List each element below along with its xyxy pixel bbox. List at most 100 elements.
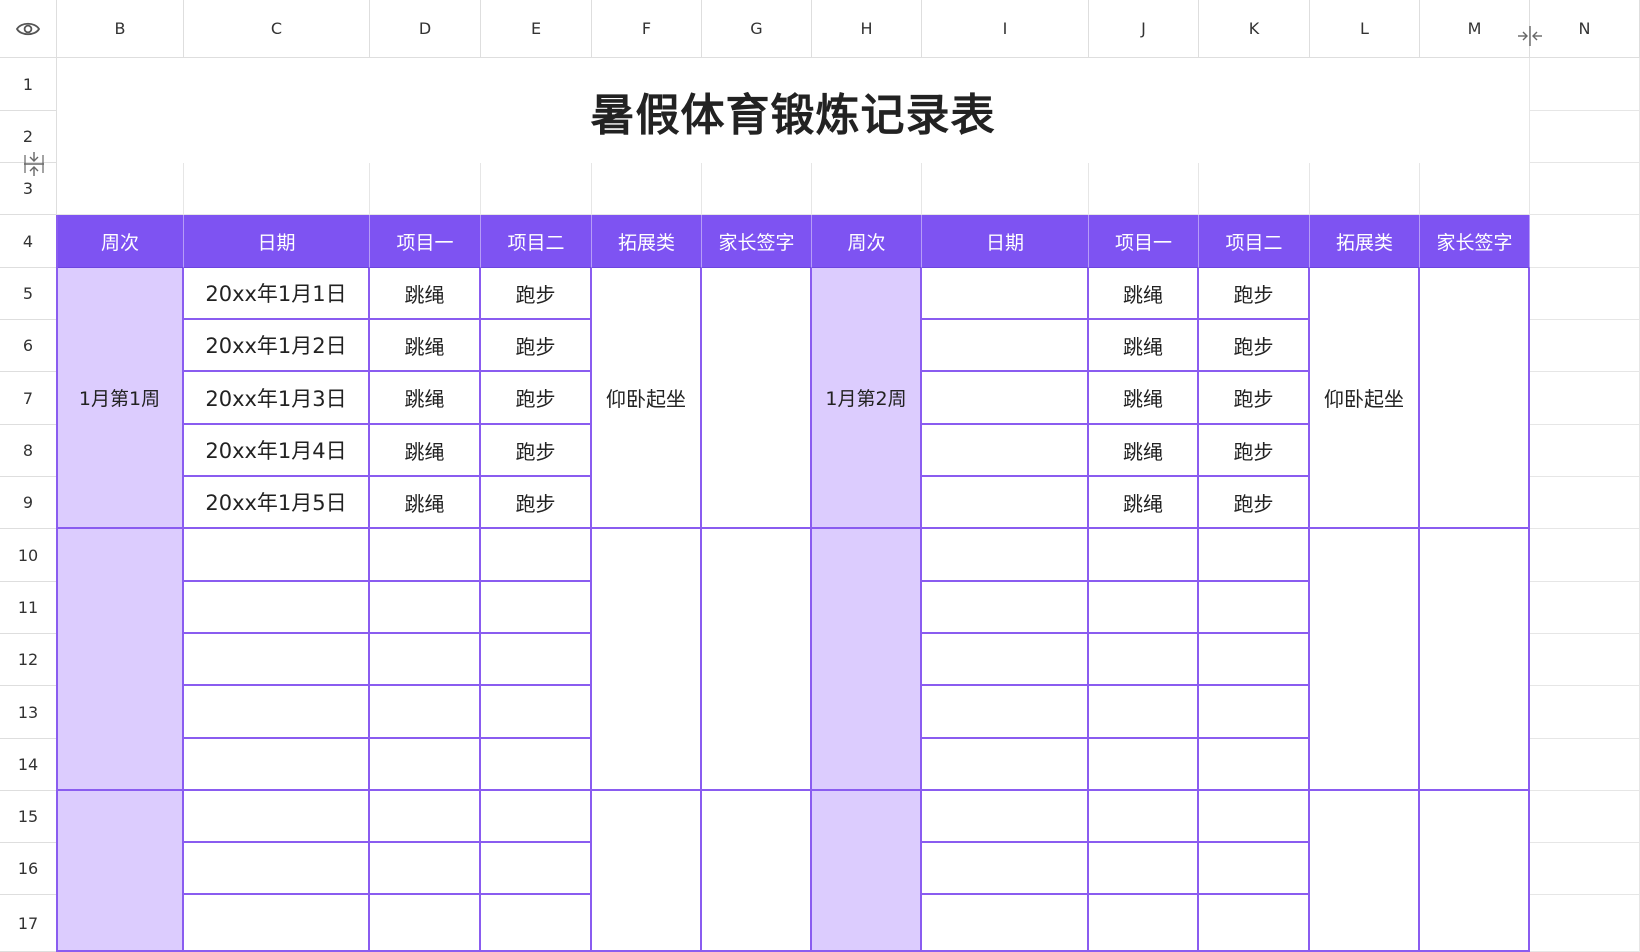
- item2-cell[interactable]: 跑步: [1199, 268, 1310, 320]
- grid-cell[interactable]: [1420, 163, 1530, 215]
- item2-cell[interactable]: 跑步: [481, 268, 592, 320]
- item2-cell[interactable]: 跑步: [1199, 372, 1310, 425]
- item1-cell[interactable]: [370, 895, 481, 952]
- grid-cell[interactable]: [1530, 58, 1640, 111]
- item2-cell[interactable]: [481, 582, 592, 634]
- table-header-cell[interactable]: 日期: [184, 215, 370, 268]
- item1-cell[interactable]: [1089, 791, 1199, 843]
- date-cell[interactable]: [184, 791, 370, 843]
- grid-cell[interactable]: [184, 163, 370, 215]
- week-cell[interactable]: 1月第1周: [57, 268, 184, 529]
- item2-cell[interactable]: [481, 634, 592, 686]
- date-cell[interactable]: [922, 529, 1089, 582]
- column-header-l[interactable]: L: [1310, 0, 1420, 58]
- week-cell[interactable]: [57, 791, 184, 952]
- item2-cell[interactable]: 跑步: [481, 320, 592, 372]
- grid-cell[interactable]: [1089, 163, 1199, 215]
- extension-cell[interactable]: [1310, 529, 1420, 791]
- date-cell[interactable]: 20xx年1月3日: [184, 372, 370, 425]
- item1-cell[interactable]: 跳绳: [1089, 425, 1199, 477]
- row-resize-icon[interactable]: [22, 151, 46, 177]
- item2-cell[interactable]: 跑步: [1199, 425, 1310, 477]
- date-cell[interactable]: [184, 582, 370, 634]
- item2-cell[interactable]: [481, 686, 592, 739]
- date-cell[interactable]: 20xx年1月4日: [184, 425, 370, 477]
- grid-cell[interactable]: [1530, 791, 1640, 843]
- row-header-8[interactable]: 8: [0, 425, 57, 477]
- grid-cell[interactable]: [1530, 477, 1640, 529]
- date-cell[interactable]: [922, 686, 1089, 739]
- date-cell[interactable]: [922, 843, 1089, 895]
- grid-cell[interactable]: [1310, 163, 1420, 215]
- grid-cell[interactable]: [1530, 320, 1640, 372]
- row-header-4[interactable]: 4: [0, 215, 57, 268]
- item2-cell[interactable]: [1199, 791, 1310, 843]
- table-header-cell[interactable]: 家长签字: [702, 215, 812, 268]
- row-header-10[interactable]: 10: [0, 529, 57, 582]
- week-cell[interactable]: [57, 529, 184, 791]
- table-header-cell[interactable]: 拓展类: [592, 215, 702, 268]
- table-header-cell[interactable]: 周次: [812, 215, 922, 268]
- week-cell[interactable]: 1月第2周: [812, 268, 922, 529]
- grid-cell[interactable]: [1530, 425, 1640, 477]
- extension-cell[interactable]: 仰卧起坐: [592, 268, 702, 529]
- grid-cell[interactable]: [1530, 634, 1640, 686]
- parent-signature-cell[interactable]: [702, 268, 812, 529]
- item1-cell[interactable]: [1089, 582, 1199, 634]
- row-header-5[interactable]: 5: [0, 268, 57, 320]
- date-cell[interactable]: [922, 582, 1089, 634]
- item2-cell[interactable]: 跑步: [481, 372, 592, 425]
- table-header-cell[interactable]: 项目一: [370, 215, 481, 268]
- item1-cell[interactable]: [370, 791, 481, 843]
- column-header-c[interactable]: C: [184, 0, 370, 58]
- table-header-cell[interactable]: 家长签字: [1420, 215, 1530, 268]
- date-cell[interactable]: [922, 634, 1089, 686]
- date-cell[interactable]: [184, 739, 370, 791]
- column-header-j[interactable]: J: [1089, 0, 1199, 58]
- item1-cell[interactable]: 跳绳: [370, 477, 481, 529]
- date-cell[interactable]: [922, 372, 1089, 425]
- parent-signature-cell[interactable]: [702, 791, 812, 952]
- column-header-b[interactable]: B: [57, 0, 184, 58]
- week-cell[interactable]: [812, 791, 922, 952]
- item2-cell[interactable]: [1199, 634, 1310, 686]
- grid-cell[interactable]: [1530, 843, 1640, 895]
- item2-cell[interactable]: [481, 895, 592, 952]
- eye-icon[interactable]: [15, 20, 41, 38]
- item2-cell[interactable]: [481, 791, 592, 843]
- parent-signature-cell[interactable]: [1420, 529, 1530, 791]
- item1-cell[interactable]: 跳绳: [370, 320, 481, 372]
- date-cell[interactable]: [922, 791, 1089, 843]
- date-cell[interactable]: [922, 477, 1089, 529]
- item2-cell[interactable]: [481, 529, 592, 582]
- date-cell[interactable]: [184, 529, 370, 582]
- item1-cell[interactable]: 跳绳: [1089, 372, 1199, 425]
- item2-cell[interactable]: 跑步: [1199, 477, 1310, 529]
- item1-cell[interactable]: 跳绳: [370, 425, 481, 477]
- column-header-d[interactable]: D: [370, 0, 481, 58]
- select-all-corner[interactable]: [0, 0, 57, 58]
- grid-cell[interactable]: [1530, 163, 1640, 215]
- parent-signature-cell[interactable]: [1420, 791, 1530, 952]
- grid-cell[interactable]: [1530, 111, 1640, 163]
- date-cell[interactable]: [184, 634, 370, 686]
- item1-cell[interactable]: [370, 529, 481, 582]
- item1-cell[interactable]: [1089, 686, 1199, 739]
- date-cell[interactable]: [184, 686, 370, 739]
- grid-cell[interactable]: [702, 163, 812, 215]
- column-header-i[interactable]: I: [922, 0, 1089, 58]
- date-cell[interactable]: [184, 843, 370, 895]
- spreadsheet-grid[interactable]: B C D E F G H I J K L M N 1 2 3 4 5 6 7 8 9 10 11 12 13 14 15 16 17 暑假…: [0, 0, 1640, 952]
- row-header-6[interactable]: 6: [0, 320, 57, 372]
- column-header-f[interactable]: F: [592, 0, 702, 58]
- date-cell[interactable]: [922, 895, 1089, 952]
- column-header-m[interactable]: M: [1420, 0, 1530, 58]
- item1-cell[interactable]: [1089, 634, 1199, 686]
- item1-cell[interactable]: 跳绳: [370, 268, 481, 320]
- sheet-title[interactable]: 暑假体育锻炼记录表: [57, 58, 1530, 163]
- table-header-cell[interactable]: 项目二: [481, 215, 592, 268]
- item2-cell[interactable]: 跑步: [481, 477, 592, 529]
- date-cell[interactable]: [922, 425, 1089, 477]
- item2-cell[interactable]: [1199, 529, 1310, 582]
- table-header-cell[interactable]: 日期: [922, 215, 1089, 268]
